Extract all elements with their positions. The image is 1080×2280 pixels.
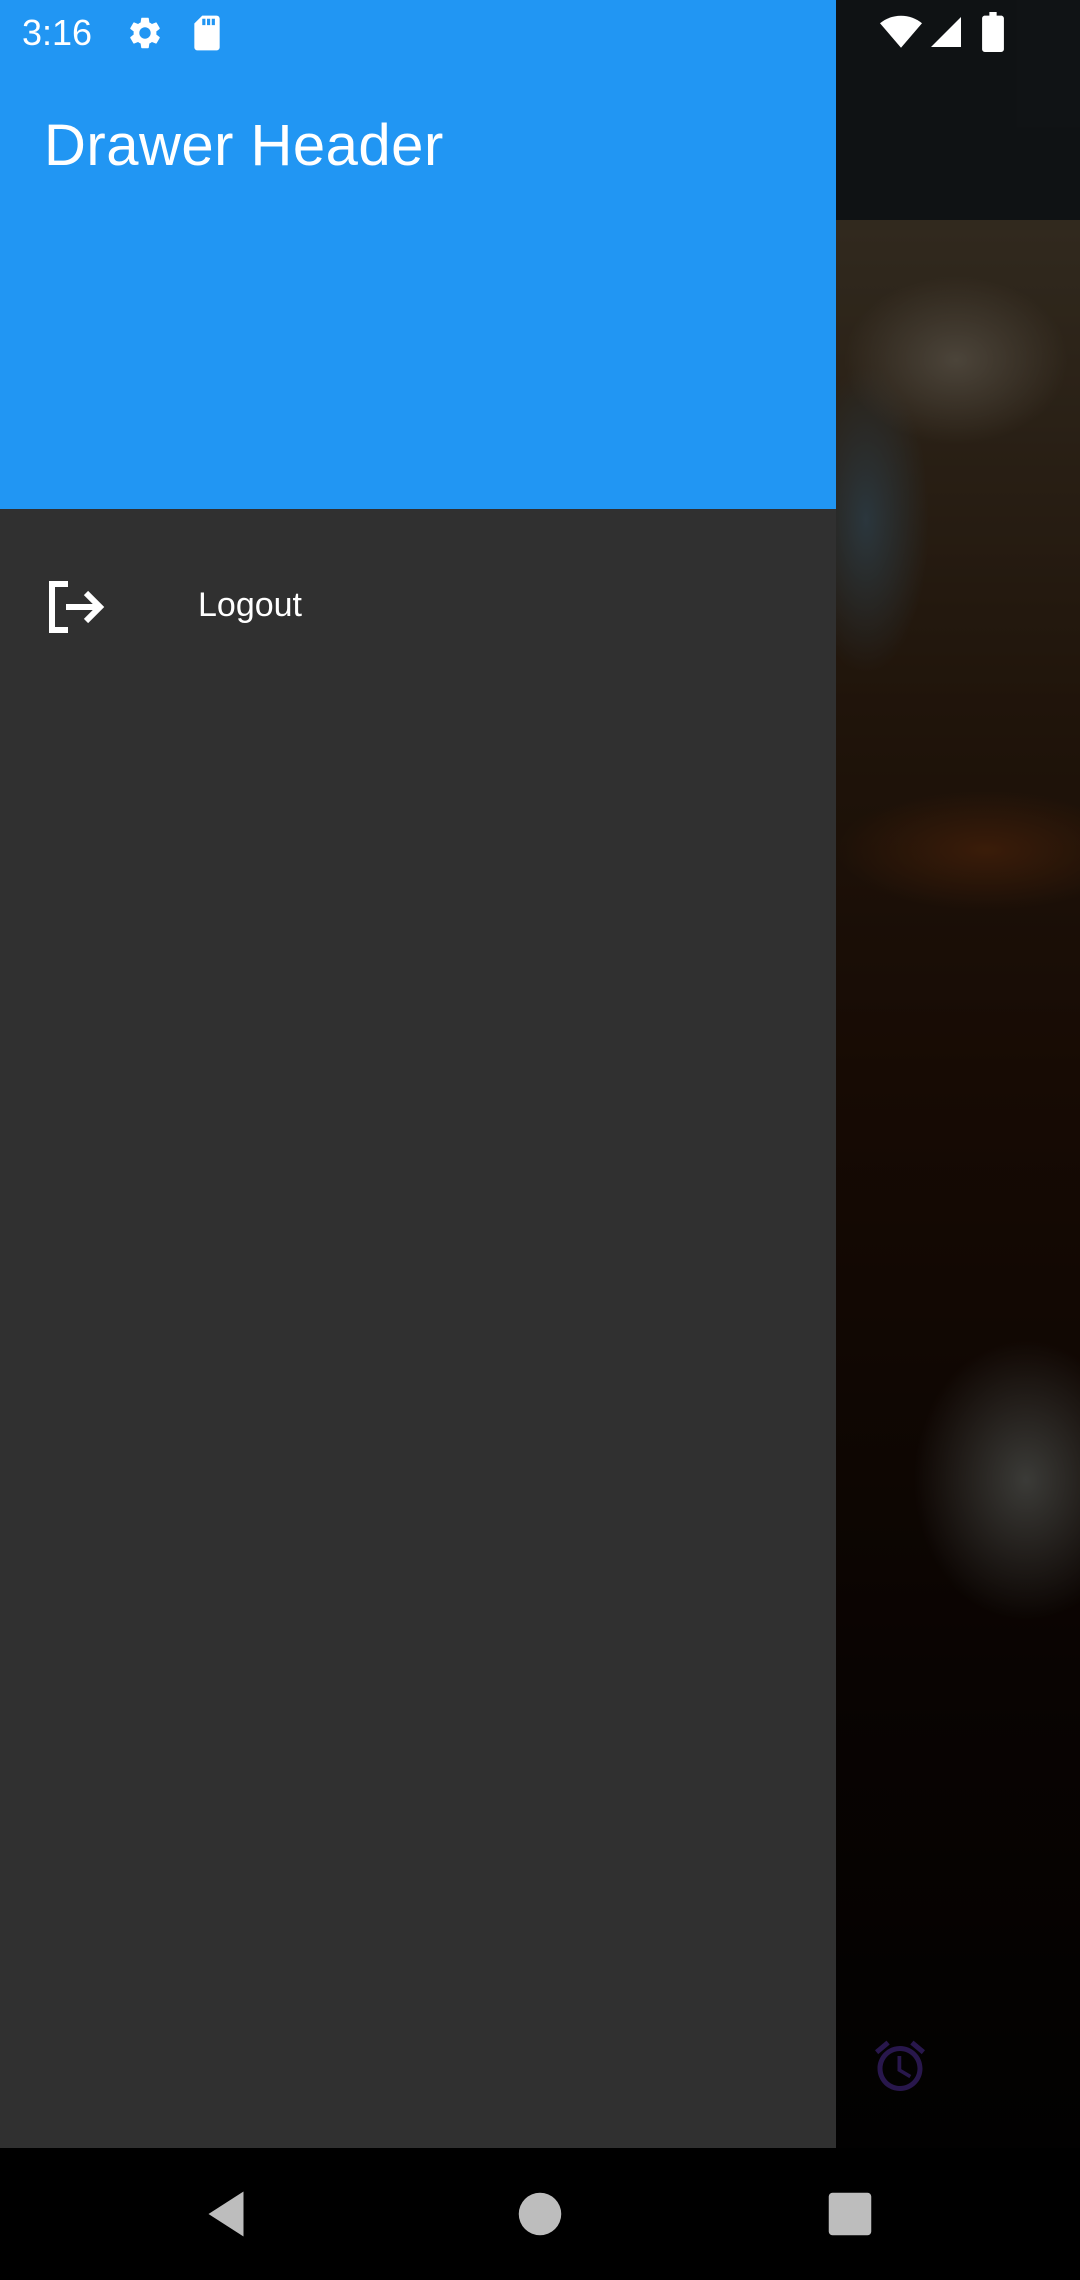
sd-card-icon xyxy=(194,15,220,51)
home-icon[interactable] xyxy=(510,2184,570,2244)
logout-icon xyxy=(49,581,105,633)
drawer-header: Drawer Header xyxy=(0,0,836,509)
wifi-icon xyxy=(880,15,922,48)
gear-icon xyxy=(130,17,160,49)
drawer-header-title: Drawer Header xyxy=(44,113,444,178)
back-icon[interactable] xyxy=(196,2184,256,2244)
signal-icon xyxy=(931,17,961,47)
status-bar: 3:16 xyxy=(0,0,1080,66)
drawer-item-logout[interactable]: Logout xyxy=(0,558,836,654)
system-nav-bar xyxy=(0,2148,1080,2280)
drawer-item-label: Logout xyxy=(198,586,302,624)
navigation-drawer: Drawer Header Logout xyxy=(0,0,836,2148)
recents-icon[interactable] xyxy=(820,2184,880,2244)
status-time: 3:16 xyxy=(22,12,93,53)
battery-icon xyxy=(982,12,1004,52)
